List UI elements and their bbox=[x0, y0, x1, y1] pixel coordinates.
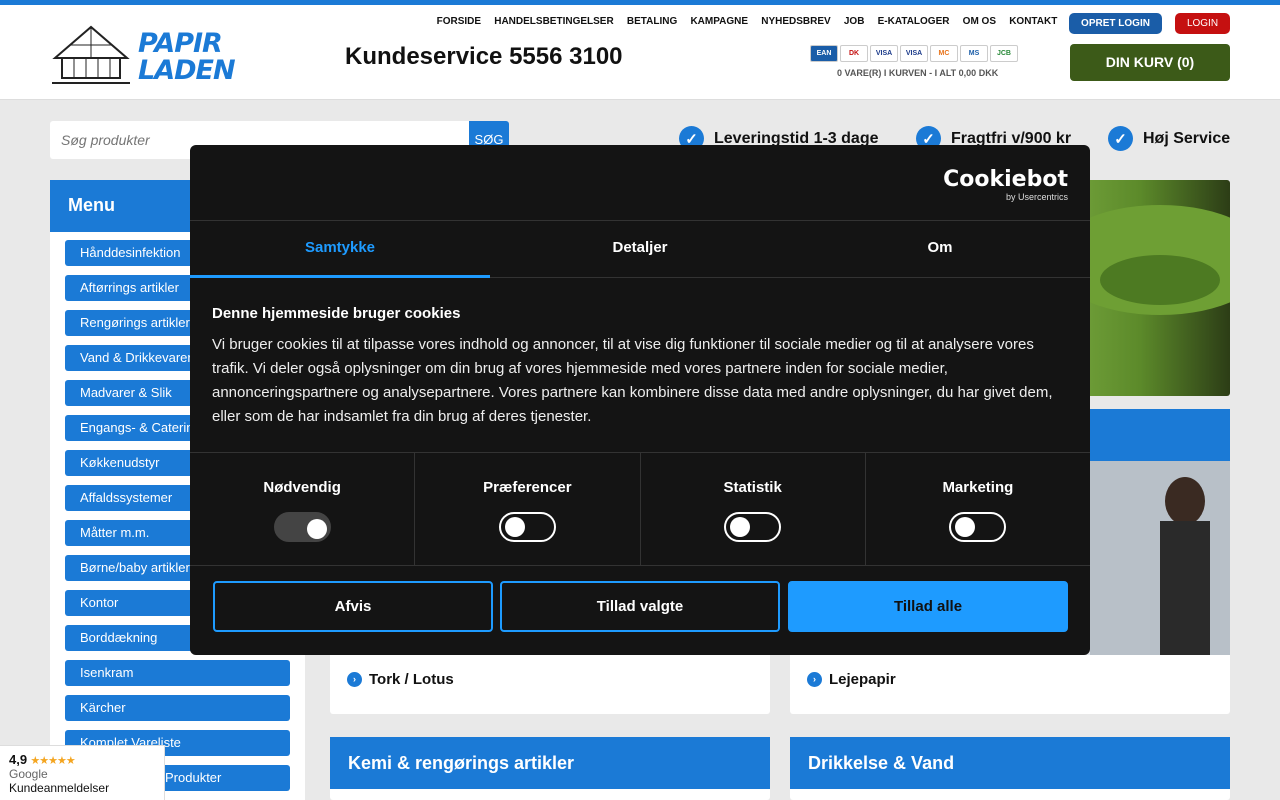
necessary-toggle bbox=[273, 512, 331, 542]
chevron-right-icon: › bbox=[807, 672, 822, 687]
google-brand: Google bbox=[9, 767, 48, 781]
cookiebot-brand: Cookiebot bbox=[943, 167, 1068, 192]
marketing-toggle[interactable] bbox=[949, 512, 1007, 542]
toggle-knob bbox=[730, 517, 751, 537]
logo[interactable]: PAPIR LADEN bbox=[50, 23, 236, 89]
nav-handelsbetingelser[interactable]: HANDELSBETINGELSER bbox=[488, 16, 621, 28]
card-title: Drikkelse & Vand bbox=[790, 737, 1230, 789]
nav-kampagne[interactable]: KAMPAGNE bbox=[684, 16, 755, 28]
card-link[interactable]: › Tork / Lotus bbox=[347, 671, 454, 688]
card-link[interactable]: › Lejepapir bbox=[807, 671, 896, 688]
create-login-button[interactable]: OPRET LOGIN bbox=[1069, 13, 1162, 34]
site-header: PAPIR LADEN Kundeservice 5556 3100 FORSI… bbox=[0, 5, 1280, 100]
consent-label: Statistik bbox=[723, 479, 782, 496]
card-link-label: Tork / Lotus bbox=[369, 671, 454, 688]
consent-necessary: Nødvendig bbox=[190, 453, 416, 565]
logo-line-1: PAPIR bbox=[138, 28, 223, 59]
nav-om-os[interactable]: OM OS bbox=[956, 16, 1003, 28]
customer-service-phone: Kundeservice 5556 3100 bbox=[345, 43, 623, 70]
logo-text: PAPIR LADEN bbox=[138, 28, 236, 86]
visa-payment-icon: VISA bbox=[870, 45, 898, 62]
consent-label: Nødvendig bbox=[263, 479, 341, 496]
sidebar-item-karcher[interactable]: Kärcher bbox=[65, 695, 290, 721]
chevron-right-icon: › bbox=[347, 672, 362, 687]
logo-line-2: LADEN bbox=[138, 55, 236, 86]
payment-methods: EAN DK VISA VISA MC MS JCB bbox=[810, 45, 1018, 62]
category-card-kemi[interactable]: Kemi & rengørings artikler bbox=[330, 737, 770, 800]
consent-statistics: Statistik bbox=[641, 453, 866, 565]
hut-logo-icon bbox=[52, 25, 130, 84]
checkmark-icon: ✓ bbox=[1108, 126, 1133, 151]
sidebar-item-isenkram[interactable]: Isenkram bbox=[65, 660, 290, 686]
allow-selected-button[interactable]: Tillad valgte bbox=[500, 581, 780, 632]
consent-categories: Nødvendig Præferencer Statistik Marketin… bbox=[190, 452, 1090, 566]
card-link-label: Lejepapir bbox=[829, 671, 896, 688]
top-navigation: FORSIDE HANDELSBETINGELSER BETALING KAMP… bbox=[430, 16, 1064, 28]
deny-button[interactable]: Afvis bbox=[213, 581, 493, 632]
google-reviews-label: Kundeanmeldelser bbox=[9, 781, 110, 795]
cookie-description: Vi bruger cookies til at tilpasse vores … bbox=[212, 336, 1053, 425]
cookie-heading: Denne hjemmeside bruger cookies bbox=[212, 305, 461, 322]
tab-om[interactable]: Om bbox=[790, 221, 1090, 277]
star-rating-icon: ★★★★★ bbox=[30, 755, 75, 767]
tab-samtykke[interactable]: Samtykke bbox=[190, 221, 490, 278]
jcb-payment-icon: JCB bbox=[990, 45, 1018, 62]
mastercard-payment-icon: MC bbox=[930, 45, 958, 62]
google-reviews-badge[interactable]: 4,9 ★★★★★ Google Kundeanmeldelser bbox=[0, 745, 165, 800]
ean-payment-icon: EAN bbox=[810, 45, 838, 62]
toggle-knob bbox=[504, 517, 525, 537]
card-title: Kemi & rengørings artikler bbox=[330, 737, 770, 789]
google-rating: 4,9 bbox=[9, 752, 28, 767]
tab-detaljer[interactable]: Detaljer bbox=[490, 221, 790, 277]
usp-service: ✓ Høj Service bbox=[1108, 126, 1230, 151]
nav-nyhedsbrev[interactable]: NYHEDSBREV bbox=[755, 16, 838, 28]
statistics-toggle[interactable] bbox=[724, 512, 782, 542]
cookie-tabs: Samtykke Detaljer Om bbox=[190, 220, 1090, 278]
nav-job[interactable]: JOB bbox=[837, 16, 871, 28]
category-card-drikkelse[interactable]: Drikkelse & Vand bbox=[790, 737, 1230, 800]
nav-kontakt[interactable]: KONTAKT bbox=[1003, 16, 1064, 28]
login-button[interactable]: LOGIN bbox=[1175, 13, 1230, 34]
cookiebot-brand-sub: by Usercentrics bbox=[1005, 192, 1068, 202]
usp-service-text: Høj Service bbox=[1143, 129, 1231, 147]
visa-electron-payment-icon: VISA bbox=[900, 45, 928, 62]
cookiebot-logo: Cookiebot by Usercentrics bbox=[943, 167, 1068, 202]
nav-forside[interactable]: FORSIDE bbox=[430, 16, 488, 28]
dankort-payment-icon: DK bbox=[840, 45, 868, 62]
preferences-toggle[interactable] bbox=[498, 512, 556, 542]
nav-e-kataloger[interactable]: E-KATALOGER bbox=[871, 16, 956, 28]
maestro-payment-icon: MS bbox=[960, 45, 988, 62]
toggle-knob bbox=[955, 517, 976, 537]
cart-summary: 0 VARE(R) I KURVEN - I ALT 0,00 DKK bbox=[837, 68, 999, 78]
consent-label: Marketing bbox=[942, 479, 1014, 496]
consent-marketing: Marketing bbox=[866, 453, 1090, 565]
allow-all-button[interactable]: Tillad alle bbox=[788, 581, 1068, 632]
nav-betaling[interactable]: BETALING bbox=[620, 16, 684, 28]
cookie-consent-dialog: Cookiebot by Usercentrics Samtykke Detal… bbox=[190, 145, 1090, 655]
consent-preferences: Præferencer bbox=[415, 453, 641, 565]
consent-label: Præferencer bbox=[483, 479, 572, 496]
cart-button[interactable]: DIN KURV (0) bbox=[1070, 44, 1230, 81]
toggle-knob bbox=[306, 519, 327, 539]
